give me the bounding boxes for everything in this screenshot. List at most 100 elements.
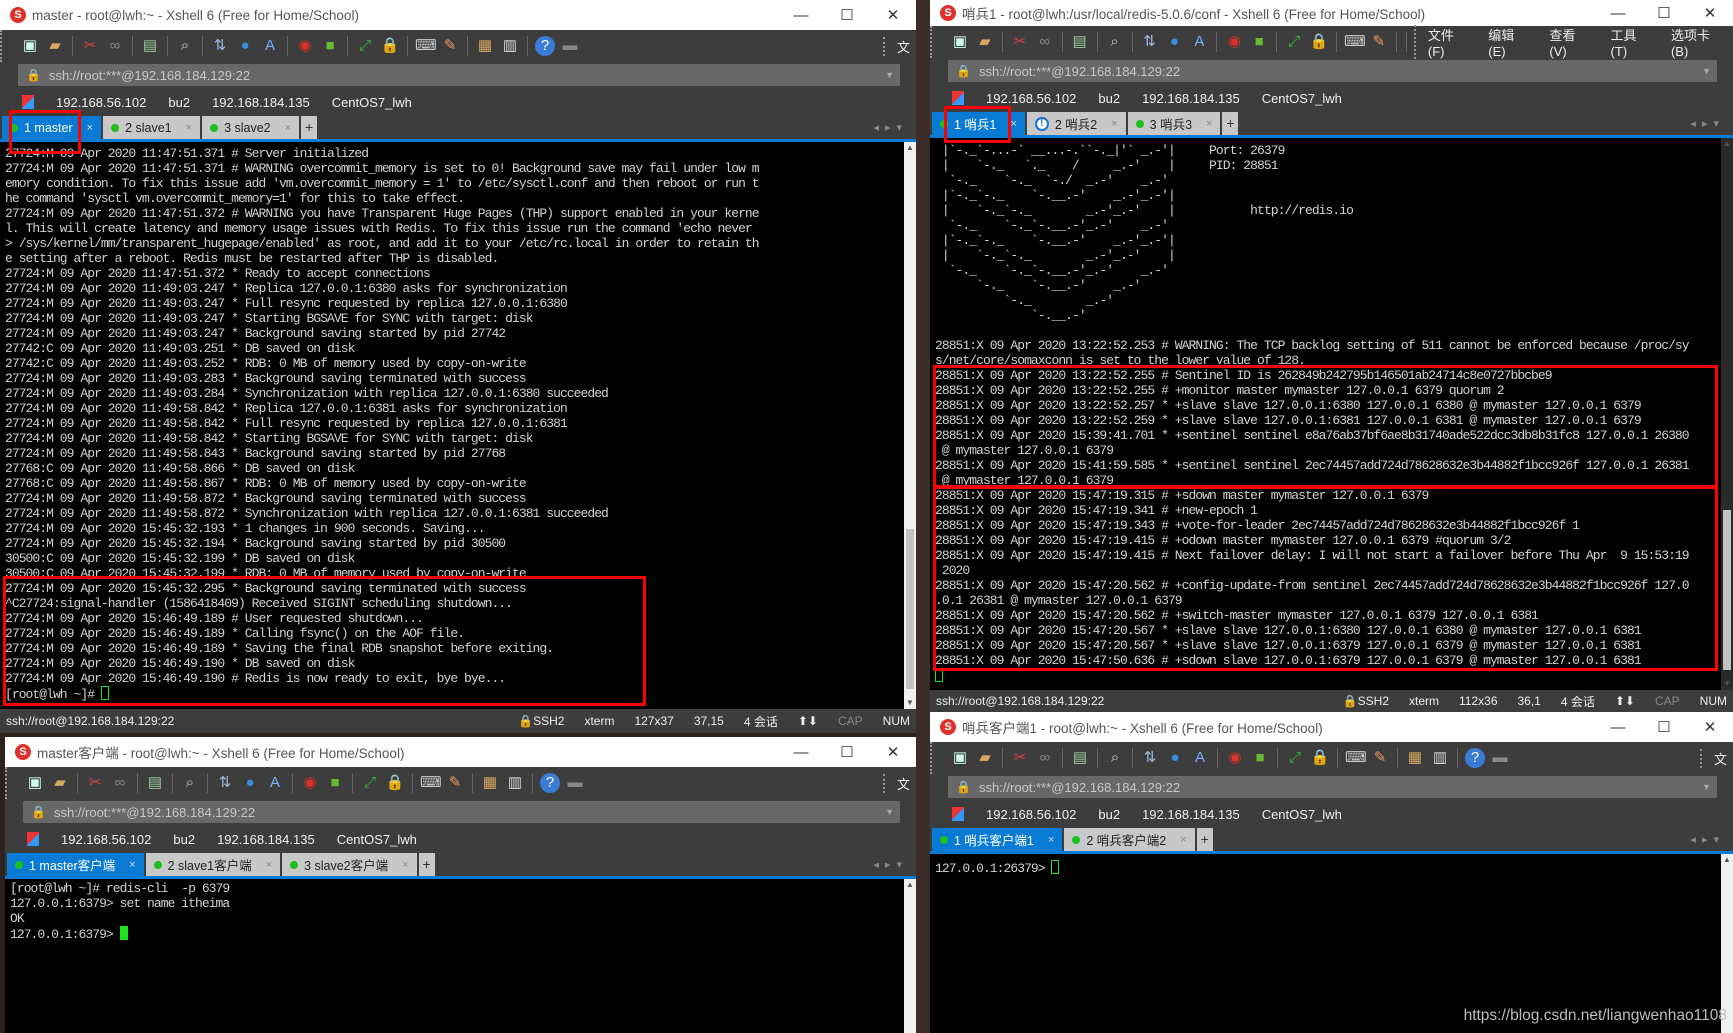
help-icon[interactable]: ?: [540, 773, 560, 793]
menu-item[interactable]: 选项卡(B): [1671, 25, 1727, 59]
menu-item-truncated[interactable]: 文: [1714, 749, 1727, 768]
properties-icon[interactable]: ▤: [140, 36, 160, 56]
disconnect-icon[interactable]: ✂: [80, 36, 100, 56]
vertical-scrollbar[interactable]: ▲: [904, 879, 916, 1033]
quick-link[interactable]: CentOS7_lwh: [337, 832, 417, 847]
tab-close-icon[interactable]: ×: [121, 859, 135, 871]
layout-icon[interactable]: ▥: [1430, 748, 1450, 768]
new-session-icon[interactable]: ▣: [950, 748, 970, 768]
disconnect-icon[interactable]: ✂: [1010, 748, 1030, 768]
help-icon[interactable]: ?: [535, 36, 555, 56]
xshell-logo-icon[interactable]: ◉: [1225, 748, 1245, 768]
open-folder-icon[interactable]: ▰: [975, 748, 995, 768]
xftp-icon[interactable]: ■: [325, 773, 345, 793]
highlight-icon[interactable]: ✎: [445, 773, 465, 793]
globe-icon[interactable]: ●: [1164, 32, 1184, 52]
tab-scroll-arrows[interactable]: ◂▸▾: [1690, 117, 1733, 130]
disconnect-icon[interactable]: ✂: [1010, 32, 1030, 52]
minimize-button[interactable]: —: [1595, 5, 1641, 22]
maximize-button[interactable]: ☐: [1641, 4, 1687, 22]
tab-close-icon[interactable]: ×: [1103, 118, 1117, 130]
fullscreen-icon[interactable]: ⤢: [1285, 748, 1305, 768]
keyboard-icon[interactable]: ⌨: [420, 773, 442, 793]
scroll-down-icon[interactable]: ▼: [904, 697, 916, 709]
fullscreen-icon[interactable]: ⤢: [355, 36, 375, 56]
scroll-up-icon[interactable]: ▲: [904, 142, 916, 154]
tab-1[interactable]: 1 哨兵客户端1 ×: [932, 828, 1063, 851]
help-icon[interactable]: ?: [1465, 748, 1485, 768]
close-button[interactable]: ✕: [870, 743, 916, 761]
find-icon[interactable]: ⌕: [1105, 748, 1125, 768]
lock-icon[interactable]: 🔒: [1310, 748, 1330, 768]
quick-link[interactable]: bu2: [168, 95, 190, 110]
terminal[interactable]: 27724:M 09 Apr 2020 11:47:51.371 # Serve…: [0, 142, 916, 709]
tab-2[interactable]: 2 哨兵客户端2 ×: [1064, 828, 1195, 851]
chevron-down-icon[interactable]: ▼: [1702, 66, 1711, 76]
tab-scroll-arrows[interactable]: ◂▸▾: [1690, 833, 1733, 846]
properties-icon[interactable]: ▤: [1070, 32, 1090, 52]
globe-icon[interactable]: ●: [1165, 748, 1185, 768]
tab-2[interactable]: 2 slave1 ×: [103, 116, 201, 139]
highlight-icon[interactable]: ✎: [1369, 32, 1389, 52]
new-tab-button[interactable]: +: [1196, 828, 1213, 851]
chat-icon[interactable]: ▬: [565, 773, 585, 793]
globe-icon[interactable]: ●: [235, 36, 255, 56]
scroll-up-icon[interactable]: ▲: [904, 879, 916, 891]
quick-link[interactable]: 192.168.184.135: [212, 95, 310, 110]
quick-link[interactable]: 192.168.184.135: [217, 832, 315, 847]
compose-icon[interactable]: ▦: [480, 773, 500, 793]
scroll-down-icon[interactable]: ▼: [1721, 678, 1733, 690]
properties-icon[interactable]: ▤: [145, 773, 165, 793]
find-icon[interactable]: ⌕: [175, 36, 195, 56]
lock-icon[interactable]: 🔒: [385, 773, 405, 793]
reconnect-icon[interactable]: ∞: [1035, 32, 1055, 52]
chat-icon[interactable]: ▬: [1490, 748, 1510, 768]
session-nav-arrows[interactable]: ⬆⬇: [798, 714, 818, 728]
terminal[interactable]: |`-._`-...-` __...-.``-._|'` _.-'| Port:…: [930, 138, 1733, 690]
properties-icon[interactable]: ▤: [1070, 748, 1090, 768]
vertical-scrollbar[interactable]: ▲ ▼: [1721, 138, 1733, 690]
tab-close-icon[interactable]: ×: [1040, 834, 1054, 846]
tab-1[interactable]: 1 master ×: [2, 116, 102, 139]
scroll-up-icon[interactable]: ▲: [1721, 854, 1733, 866]
quick-link[interactable]: bu2: [1098, 807, 1120, 822]
menu-item[interactable]: 工具(T): [1611, 25, 1653, 59]
menu-item-truncated[interactable]: 文: [897, 37, 910, 56]
quick-link[interactable]: CentOS7_lwh: [1262, 91, 1342, 106]
highlight-icon[interactable]: ✎: [1370, 748, 1390, 768]
scroll-up-icon[interactable]: ▲: [1721, 138, 1733, 150]
minimize-button[interactable]: —: [1595, 719, 1641, 736]
maximize-button[interactable]: ☐: [824, 6, 870, 24]
xftp-icon[interactable]: ■: [320, 36, 340, 56]
tab-2[interactable]: ! 2 哨兵2 ×: [1026, 112, 1126, 135]
tab-close-icon[interactable]: ×: [79, 122, 93, 134]
new-tab-button[interactable]: +: [1222, 112, 1239, 135]
font-icon[interactable]: A: [1190, 748, 1210, 768]
tab-close-icon[interactable]: ×: [1002, 118, 1016, 130]
transfer-icon[interactable]: ⇅: [215, 773, 235, 793]
quick-link[interactable]: bu2: [1098, 91, 1120, 106]
open-folder-icon[interactable]: ▰: [45, 36, 65, 56]
new-session-icon[interactable]: ▣: [25, 773, 45, 793]
new-session-icon[interactable]: ▣: [950, 32, 970, 52]
transfer-icon[interactable]: ⇅: [210, 36, 230, 56]
disconnect-icon[interactable]: ✂: [85, 773, 105, 793]
quick-link[interactable]: 192.168.56.102: [61, 832, 151, 847]
lock-icon[interactable]: 🔒: [1309, 32, 1329, 52]
tab-3[interactable]: 3 哨兵3 ×: [1127, 112, 1221, 135]
minimize-button[interactable]: —: [778, 744, 824, 761]
quick-link[interactable]: 192.168.184.135: [1142, 91, 1240, 106]
address-bar[interactable]: 🔒 ssh://root:***@192.168.184.129:22 ▼: [948, 60, 1717, 82]
tab-2[interactable]: 2 slave1客户端 ×: [145, 853, 281, 876]
compose-icon[interactable]: ▦: [475, 36, 495, 56]
open-folder-icon[interactable]: ▰: [50, 773, 70, 793]
tab-close-icon[interactable]: ×: [1172, 834, 1186, 846]
new-tab-button[interactable]: +: [301, 116, 318, 139]
quick-link[interactable]: 192.168.184.135: [1142, 807, 1240, 822]
reconnect-icon[interactable]: ∞: [1035, 748, 1055, 768]
quick-link[interactable]: CentOS7_lwh: [1262, 807, 1342, 822]
menu-item[interactable]: 文件(F): [1428, 25, 1470, 59]
scrollbar-thumb[interactable]: [906, 529, 914, 689]
terminal[interactable]: 127.0.0.1:26379> ▲ https://blog.csdn.net/…: [930, 854, 1733, 1033]
xshell-logo-icon[interactable]: ◉: [1224, 32, 1244, 52]
